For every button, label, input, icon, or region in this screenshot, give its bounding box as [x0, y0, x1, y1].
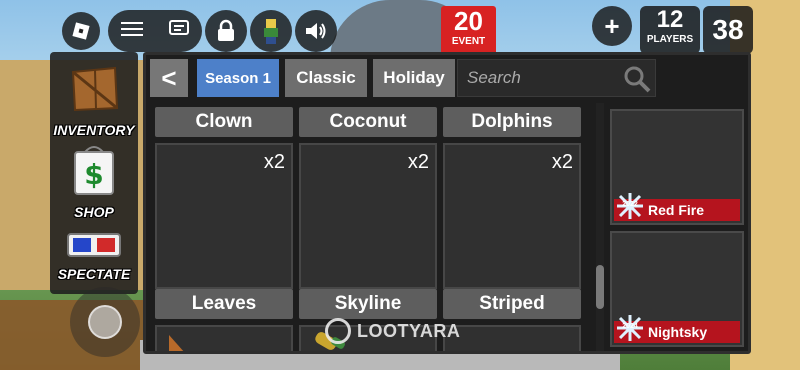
movement-joystick[interactable]: [70, 287, 140, 357]
item-count: x2: [263, 151, 285, 173]
event-label: EVENT: [451, 36, 486, 47]
avatar-icon: [264, 19, 278, 44]
money-bag-icon: $: [74, 146, 114, 195]
grid-scrollbar[interactable]: [596, 103, 604, 351]
svg-text:$: $: [84, 158, 103, 191]
back-button[interactable]: <: [150, 59, 188, 97]
item-cell[interactable]: [443, 325, 581, 351]
item-count: x2: [407, 151, 429, 173]
item-label[interactable]: Coconut: [299, 107, 437, 137]
effects-grid: Clown Coconut Dolphins x2 x2 x2 Leaves S…: [150, 103, 590, 351]
sound-button[interactable]: [295, 10, 337, 52]
joystick-knob[interactable]: [88, 305, 122, 339]
scrollbar-thumb[interactable]: [596, 265, 604, 309]
inventory-panel: < Season 1 Classic Holiday Clown Coconut…: [143, 52, 751, 354]
inventory-toolbar: < Season 1 Classic Holiday: [150, 59, 750, 97]
sidebar-item-spectate[interactable]: SPECTATE: [50, 224, 138, 294]
players-counter: 12 PLAYERS: [640, 6, 700, 54]
event-number: 20: [454, 6, 483, 36]
sidebar-item-label: SHOP: [74, 204, 114, 220]
effects-preview-column: Red Fire 2022 Nightsky 2024: [610, 109, 744, 349]
menu-pill: [108, 10, 202, 52]
effect-year: 2024: [622, 323, 638, 330]
players-label: PLAYERS: [646, 34, 694, 45]
round-timer: 38: [703, 6, 753, 54]
plus-icon: +: [604, 10, 620, 41]
speaker-icon: [306, 23, 326, 39]
item-label[interactable]: Dolphins: [443, 107, 581, 137]
item-preview-icon: [169, 335, 184, 351]
item-cell[interactable]: [155, 325, 293, 351]
hamburger-menu-icon[interactable]: [120, 20, 143, 43]
watermark-logo-icon: [325, 318, 351, 344]
watermark-text: LOOTYARA: [357, 320, 461, 341]
item-cell[interactable]: x2: [443, 143, 581, 289]
effect-card-nightsky[interactable]: Nightsky 2024: [610, 231, 744, 347]
sidebar-item-inventory[interactable]: INVENTORY: [50, 62, 138, 142]
roblox-logo-icon: [72, 22, 90, 40]
chat-icon[interactable]: [168, 19, 190, 44]
search-icon[interactable]: [622, 65, 652, 93]
avatar-button[interactable]: [250, 10, 292, 52]
effect-year: 2022: [622, 201, 638, 208]
roblox-menu-button[interactable]: [62, 12, 100, 50]
side-menu: INVENTORY $ SHOP SPECTATE: [50, 52, 138, 294]
timer-value: 38: [712, 14, 744, 45]
lock-icon: [218, 19, 234, 41]
item-label[interactable]: Striped: [443, 289, 581, 319]
3d-glasses-icon: [67, 233, 121, 257]
tab-season-1[interactable]: Season 1: [197, 59, 279, 97]
item-count: x2: [551, 151, 573, 173]
crate-icon: [71, 66, 119, 112]
tab-classic[interactable]: Classic: [285, 59, 367, 97]
item-cell[interactable]: x2: [155, 143, 293, 289]
item-label[interactable]: Clown: [155, 107, 293, 137]
sidebar-item-label: SPECTATE: [57, 266, 131, 282]
item-label[interactable]: Skyline: [299, 289, 437, 319]
effect-card-red-fire[interactable]: Red Fire 2022: [610, 109, 744, 225]
search-input[interactable]: [458, 60, 618, 96]
lock-button[interactable]: [205, 10, 247, 52]
watermark: LOOTYARA: [325, 316, 460, 346]
event-badge[interactable]: 20 EVENT: [441, 6, 496, 56]
tab-holiday[interactable]: Holiday: [373, 59, 455, 97]
snowflake-icon: 2024: [615, 313, 645, 343]
sidebar-item-label: INVENTORY: [53, 122, 135, 138]
search-box: [457, 59, 656, 97]
add-button[interactable]: +: [592, 6, 632, 46]
item-label[interactable]: Leaves: [155, 289, 293, 319]
item-cell[interactable]: x2: [299, 143, 437, 289]
sidebar-item-shop[interactable]: $ SHOP: [50, 144, 138, 224]
snowflake-icon: 2022: [615, 191, 645, 221]
players-count: 12: [656, 6, 684, 33]
